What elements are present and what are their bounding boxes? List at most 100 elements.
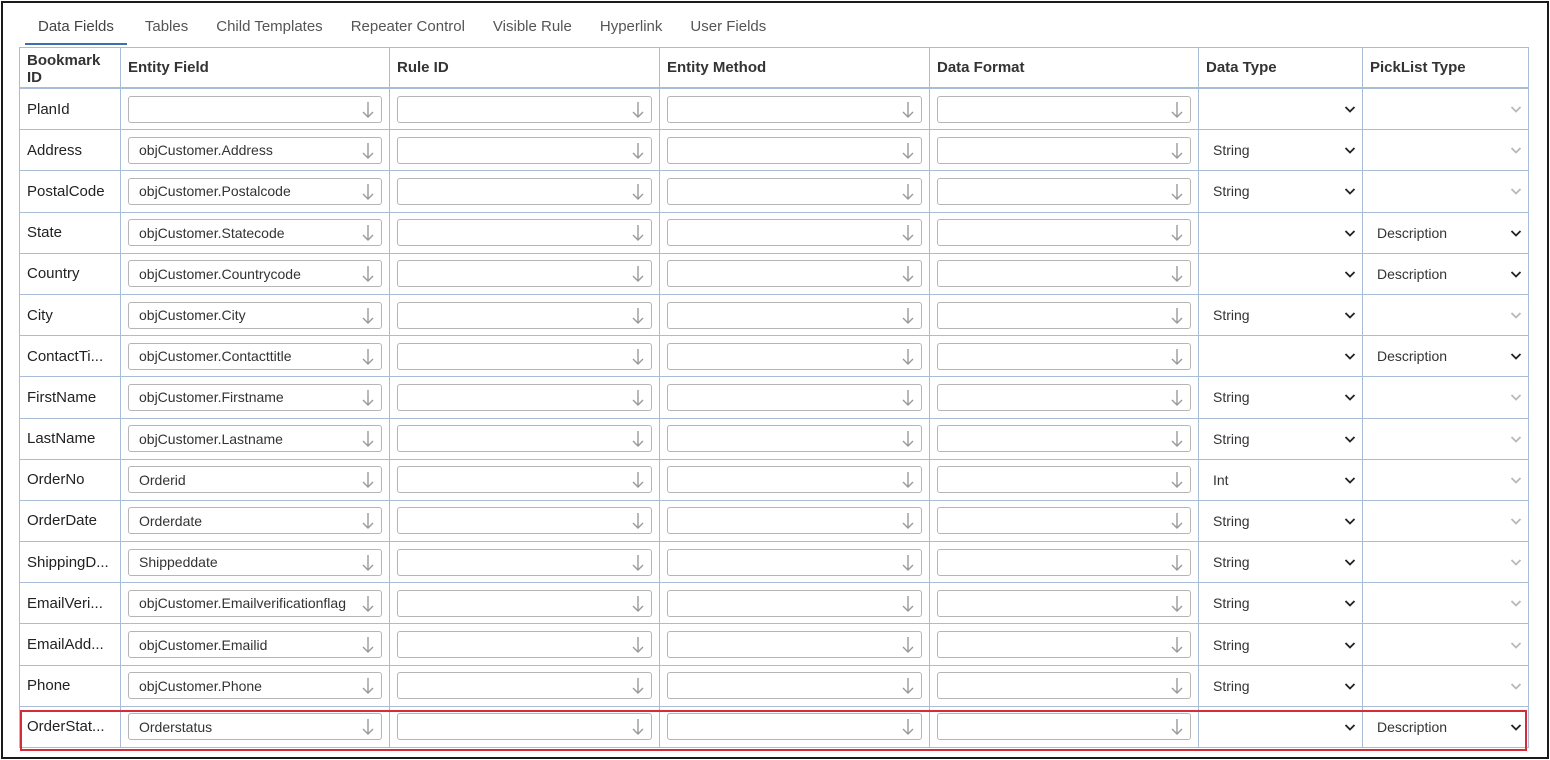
data-format-combo[interactable] bbox=[937, 342, 1191, 370]
entity-method-combo[interactable] bbox=[667, 548, 922, 576]
arrow-down-icon[interactable] bbox=[631, 676, 645, 696]
arrow-down-icon[interactable] bbox=[361, 182, 375, 202]
entity-method-combo[interactable] bbox=[667, 177, 922, 205]
arrow-down-icon[interactable] bbox=[631, 223, 645, 243]
chevron-down-icon[interactable] bbox=[1510, 474, 1522, 486]
chevron-down-icon[interactable] bbox=[1344, 309, 1356, 321]
entity-field-combo[interactable]: objCustomer.Address bbox=[128, 136, 382, 164]
arrow-down-icon[interactable] bbox=[1170, 100, 1184, 120]
data-type-select[interactable]: String bbox=[1199, 501, 1362, 541]
picklist-type-select[interactable] bbox=[1363, 377, 1528, 417]
arrow-down-icon[interactable] bbox=[1170, 635, 1184, 655]
arrow-down-icon[interactable] bbox=[361, 470, 375, 490]
arrow-down-icon[interactable] bbox=[361, 347, 375, 367]
entity-field-combo[interactable]: objCustomer.Postalcode bbox=[128, 177, 382, 205]
entity-field-combo[interactable]: objCustomer.Emailverificationflag bbox=[128, 589, 382, 617]
chevron-down-icon[interactable] bbox=[1510, 268, 1522, 280]
arrow-down-icon[interactable] bbox=[901, 306, 915, 326]
arrow-down-icon[interactable] bbox=[1170, 141, 1184, 161]
data-format-combo[interactable] bbox=[937, 177, 1191, 205]
picklist-type-select[interactable]: Description bbox=[1363, 336, 1528, 376]
chevron-down-icon[interactable] bbox=[1344, 597, 1356, 609]
chevron-down-icon[interactable] bbox=[1344, 185, 1356, 197]
arrow-down-icon[interactable] bbox=[361, 594, 375, 614]
entity-method-combo[interactable] bbox=[667, 95, 922, 123]
entity-method-combo[interactable] bbox=[667, 507, 922, 535]
arrow-down-icon[interactable] bbox=[631, 717, 645, 737]
arrow-down-icon[interactable] bbox=[901, 717, 915, 737]
rule-id-combo[interactable] bbox=[397, 136, 652, 164]
arrow-down-icon[interactable] bbox=[1170, 676, 1184, 696]
entity-field-combo[interactable]: Orderdate bbox=[128, 507, 382, 535]
data-format-combo[interactable] bbox=[937, 95, 1191, 123]
picklist-type-select[interactable]: Description bbox=[1363, 707, 1528, 747]
rule-id-combo[interactable] bbox=[397, 672, 652, 700]
arrow-down-icon[interactable] bbox=[631, 100, 645, 120]
chevron-down-icon[interactable] bbox=[1344, 227, 1356, 239]
arrow-down-icon[interactable] bbox=[361, 635, 375, 655]
entity-method-combo[interactable] bbox=[667, 589, 922, 617]
chevron-down-icon[interactable] bbox=[1510, 721, 1522, 733]
arrow-down-icon[interactable] bbox=[631, 470, 645, 490]
chevron-down-icon[interactable] bbox=[1510, 433, 1522, 445]
picklist-type-select[interactable] bbox=[1363, 624, 1528, 664]
entity-field-combo[interactable]: objCustomer.Lastname bbox=[128, 425, 382, 453]
chevron-down-icon[interactable] bbox=[1510, 391, 1522, 403]
column-header-data-format[interactable]: Data Format bbox=[930, 48, 1199, 87]
arrow-down-icon[interactable] bbox=[901, 100, 915, 120]
arrow-down-icon[interactable] bbox=[901, 388, 915, 408]
chevron-down-icon[interactable] bbox=[1510, 103, 1522, 115]
entity-method-combo[interactable] bbox=[667, 383, 922, 411]
data-type-select[interactable]: String bbox=[1199, 377, 1362, 417]
data-type-select[interactable]: String bbox=[1199, 542, 1362, 582]
data-format-combo[interactable] bbox=[937, 136, 1191, 164]
arrow-down-icon[interactable] bbox=[901, 141, 915, 161]
arrow-down-icon[interactable] bbox=[1170, 306, 1184, 326]
chevron-down-icon[interactable] bbox=[1344, 474, 1356, 486]
data-format-combo[interactable] bbox=[937, 466, 1191, 494]
picklist-type-select[interactable] bbox=[1363, 171, 1528, 211]
arrow-down-icon[interactable] bbox=[1170, 594, 1184, 614]
data-type-select[interactable]: Int bbox=[1199, 460, 1362, 500]
arrow-down-icon[interactable] bbox=[901, 470, 915, 490]
entity-field-combo[interactable]: objCustomer.Contacttitle bbox=[128, 342, 382, 370]
arrow-down-icon[interactable] bbox=[361, 511, 375, 531]
arrow-down-icon[interactable] bbox=[1170, 223, 1184, 243]
chevron-down-icon[interactable] bbox=[1344, 639, 1356, 651]
chevron-down-icon[interactable] bbox=[1510, 680, 1522, 692]
arrow-down-icon[interactable] bbox=[1170, 264, 1184, 284]
chevron-down-icon[interactable] bbox=[1344, 433, 1356, 445]
rule-id-combo[interactable] bbox=[397, 713, 652, 741]
picklist-type-select[interactable] bbox=[1363, 460, 1528, 500]
chevron-down-icon[interactable] bbox=[1344, 350, 1356, 362]
arrow-down-icon[interactable] bbox=[631, 429, 645, 449]
arrow-down-icon[interactable] bbox=[1170, 347, 1184, 367]
arrow-down-icon[interactable] bbox=[361, 264, 375, 284]
arrow-down-icon[interactable] bbox=[1170, 388, 1184, 408]
chevron-down-icon[interactable] bbox=[1344, 515, 1356, 527]
arrow-down-icon[interactable] bbox=[901, 635, 915, 655]
picklist-type-select[interactable] bbox=[1363, 542, 1528, 582]
rule-id-combo[interactable] bbox=[397, 466, 652, 494]
entity-method-combo[interactable] bbox=[667, 466, 922, 494]
arrow-down-icon[interactable] bbox=[631, 306, 645, 326]
entity-field-combo[interactable]: Shippeddate bbox=[128, 548, 382, 576]
picklist-type-select[interactable] bbox=[1363, 419, 1528, 459]
data-type-select[interactable]: String bbox=[1199, 583, 1362, 623]
data-type-select[interactable]: String bbox=[1199, 624, 1362, 664]
picklist-type-select[interactable] bbox=[1363, 501, 1528, 541]
entity-field-combo[interactable]: Orderstatus bbox=[128, 713, 382, 741]
arrow-down-icon[interactable] bbox=[901, 511, 915, 531]
entity-method-combo[interactable] bbox=[667, 631, 922, 659]
arrow-down-icon[interactable] bbox=[1170, 182, 1184, 202]
data-type-select[interactable] bbox=[1199, 707, 1362, 747]
arrow-down-icon[interactable] bbox=[1170, 429, 1184, 449]
arrow-down-icon[interactable] bbox=[901, 429, 915, 449]
data-format-combo[interactable] bbox=[937, 425, 1191, 453]
tab-child-templates[interactable]: Child Templates bbox=[206, 3, 332, 45]
arrow-down-icon[interactable] bbox=[1170, 553, 1184, 573]
column-header-rule-id[interactable]: Rule ID bbox=[390, 48, 660, 87]
entity-method-combo[interactable] bbox=[667, 260, 922, 288]
picklist-type-select[interactable] bbox=[1363, 666, 1528, 706]
chevron-down-icon[interactable] bbox=[1344, 268, 1356, 280]
